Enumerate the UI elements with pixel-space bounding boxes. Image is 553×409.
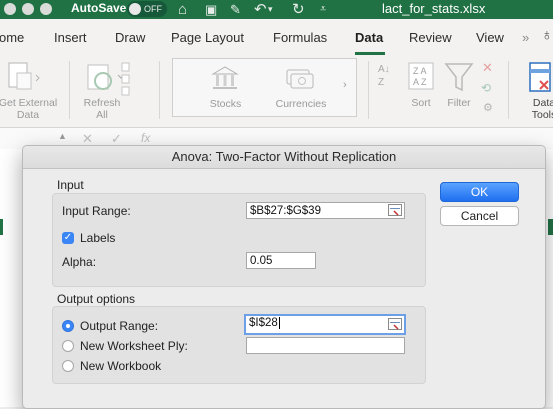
advanced-filter-icon[interactable]: ⚙: [483, 101, 493, 114]
output-group-label: Output options: [57, 292, 136, 306]
tab-insert[interactable]: Insert: [54, 30, 87, 45]
tab-draw[interactable]: Draw: [115, 30, 145, 45]
alpha-label: Alpha:: [62, 255, 97, 269]
customize-icon[interactable]: ⩡: [320, 0, 326, 19]
tab-view[interactable]: View: [476, 30, 504, 45]
labels-label[interactable]: Labels: [80, 231, 115, 245]
tab-formulas[interactable]: Formulas: [273, 30, 327, 45]
stocks-label[interactable]: Stocks: [203, 98, 248, 110]
minimize-window-button[interactable]: [22, 3, 34, 15]
currencies-icon[interactable]: [285, 67, 315, 94]
title-bar: AutoSave OFF ⌂ ▣ ✎ ↶ ▾ ↻ ⩡ lact_for_stat…: [0, 0, 553, 19]
new-worksheet-label[interactable]: New Worksheet Ply:: [80, 339, 188, 353]
ribbon-separator: [508, 61, 509, 119]
output-range-value: $I$28: [249, 317, 278, 329]
ribbon-tabs: ome Insert Draw Page Layout Formulas Dat…: [0, 19, 553, 55]
undo-icon[interactable]: ↶: [254, 0, 267, 19]
input-group: Input Range: $B$27:$G$39 ✓ Labels Alpha:…: [52, 193, 426, 287]
range-picker-icon[interactable]: [388, 204, 402, 216]
zoom-window-button[interactable]: [40, 3, 52, 15]
ribbon-separator: [159, 61, 160, 119]
tab-data[interactable]: Data: [355, 30, 383, 45]
output-range-radio[interactable]: [62, 320, 74, 332]
insert-function-icon[interactable]: fx: [141, 131, 150, 145]
selection-edge: [0, 219, 3, 235]
data-tools-label[interactable]: Data Tools: [524, 97, 553, 121]
data-types-gallery: Stocks Currencies ›: [172, 58, 357, 117]
ok-button[interactable]: OK: [440, 182, 519, 202]
edit-icon[interactable]: ✎: [230, 0, 241, 19]
sort-label[interactable]: Sort: [400, 97, 442, 109]
anova-dialog: Anova: Two-Factor Without Replication In…: [22, 145, 546, 409]
range-picker-icon[interactable]: [388, 318, 402, 330]
filter-icon[interactable]: [444, 61, 474, 96]
autosave-toggle[interactable]: OFF: [127, 1, 167, 17]
name-box-dropdown-icon[interactable]: ▲: [58, 131, 67, 141]
output-range-field[interactable]: $I$28: [244, 314, 406, 335]
save-icon[interactable]: ▣: [205, 0, 217, 19]
alpha-field[interactable]: 0.05: [246, 252, 316, 269]
output-range-label[interactable]: Output Range:: [80, 319, 158, 333]
refresh-all-icon[interactable]: [86, 61, 130, 97]
autosave-label: AutoSave: [71, 1, 127, 15]
refresh-all-label[interactable]: Refresh All: [77, 97, 127, 121]
clear-filter-icon[interactable]: ✕: [482, 60, 493, 76]
alpha-value: 0.05: [250, 255, 273, 267]
new-worksheet-field[interactable]: [246, 337, 405, 354]
dialog-title: Anova: Two-Factor Without Replication: [23, 146, 545, 169]
home-icon[interactable]: ⌂: [178, 0, 187, 19]
document-title: lact_for_stats.xlsx: [382, 1, 486, 16]
input-range-label: Input Range:: [62, 204, 131, 218]
new-workbook-radio[interactable]: [62, 360, 74, 372]
gallery-next-icon[interactable]: ›: [343, 79, 347, 91]
filter-label[interactable]: Filter: [438, 97, 480, 109]
sort-icon[interactable]: Z A A Z: [408, 62, 434, 93]
more-tabs-chevron-icon[interactable]: »: [522, 30, 529, 45]
undo-dropdown-icon[interactable]: ▾: [268, 0, 273, 19]
sort-az-icon[interactable]: A↓ Z: [378, 63, 403, 93]
currencies-label[interactable]: Currencies: [271, 98, 331, 110]
stocks-icon[interactable]: [211, 65, 239, 94]
svg-text:A Z: A Z: [413, 77, 427, 87]
labels-checkbox[interactable]: ✓: [62, 232, 74, 244]
reapply-filter-icon[interactable]: ⟲: [481, 81, 491, 95]
selection-edge: [548, 219, 553, 235]
input-range-value: $B$27:$G$39: [250, 205, 321, 217]
get-external-data-label[interactable]: Get External Data: [0, 97, 68, 121]
input-range-field[interactable]: $B$27:$G$39: [246, 202, 405, 219]
input-group-label: Input: [57, 178, 84, 192]
tab-home[interactable]: ome: [0, 30, 24, 45]
data-tools-icon[interactable]: [528, 61, 553, 98]
tab-review[interactable]: Review: [409, 30, 452, 45]
svg-text:Z A: Z A: [413, 66, 427, 76]
ribbon-separator: [368, 61, 369, 119]
tab-page-layout[interactable]: Page Layout: [171, 30, 244, 45]
text-cursor: [278, 317, 280, 329]
redo-icon[interactable]: ↻: [292, 0, 305, 19]
new-worksheet-radio[interactable]: [62, 340, 74, 352]
lightbulb-icon[interactable]: ♁: [541, 27, 553, 45]
output-group: Output Range: $I$28 New Worksheet Ply: N…: [52, 306, 426, 384]
ribbon-separator: [69, 61, 70, 119]
close-window-button[interactable]: [4, 3, 16, 15]
toggle-knob: [129, 3, 141, 15]
get-external-data-icon[interactable]: [6, 61, 40, 97]
cancel-button[interactable]: Cancel: [440, 206, 519, 226]
autosave-state: OFF: [144, 4, 162, 14]
ribbon: Get External Data Refresh All Stocks Cur…: [0, 55, 553, 127]
new-workbook-label[interactable]: New Workbook: [80, 359, 161, 373]
